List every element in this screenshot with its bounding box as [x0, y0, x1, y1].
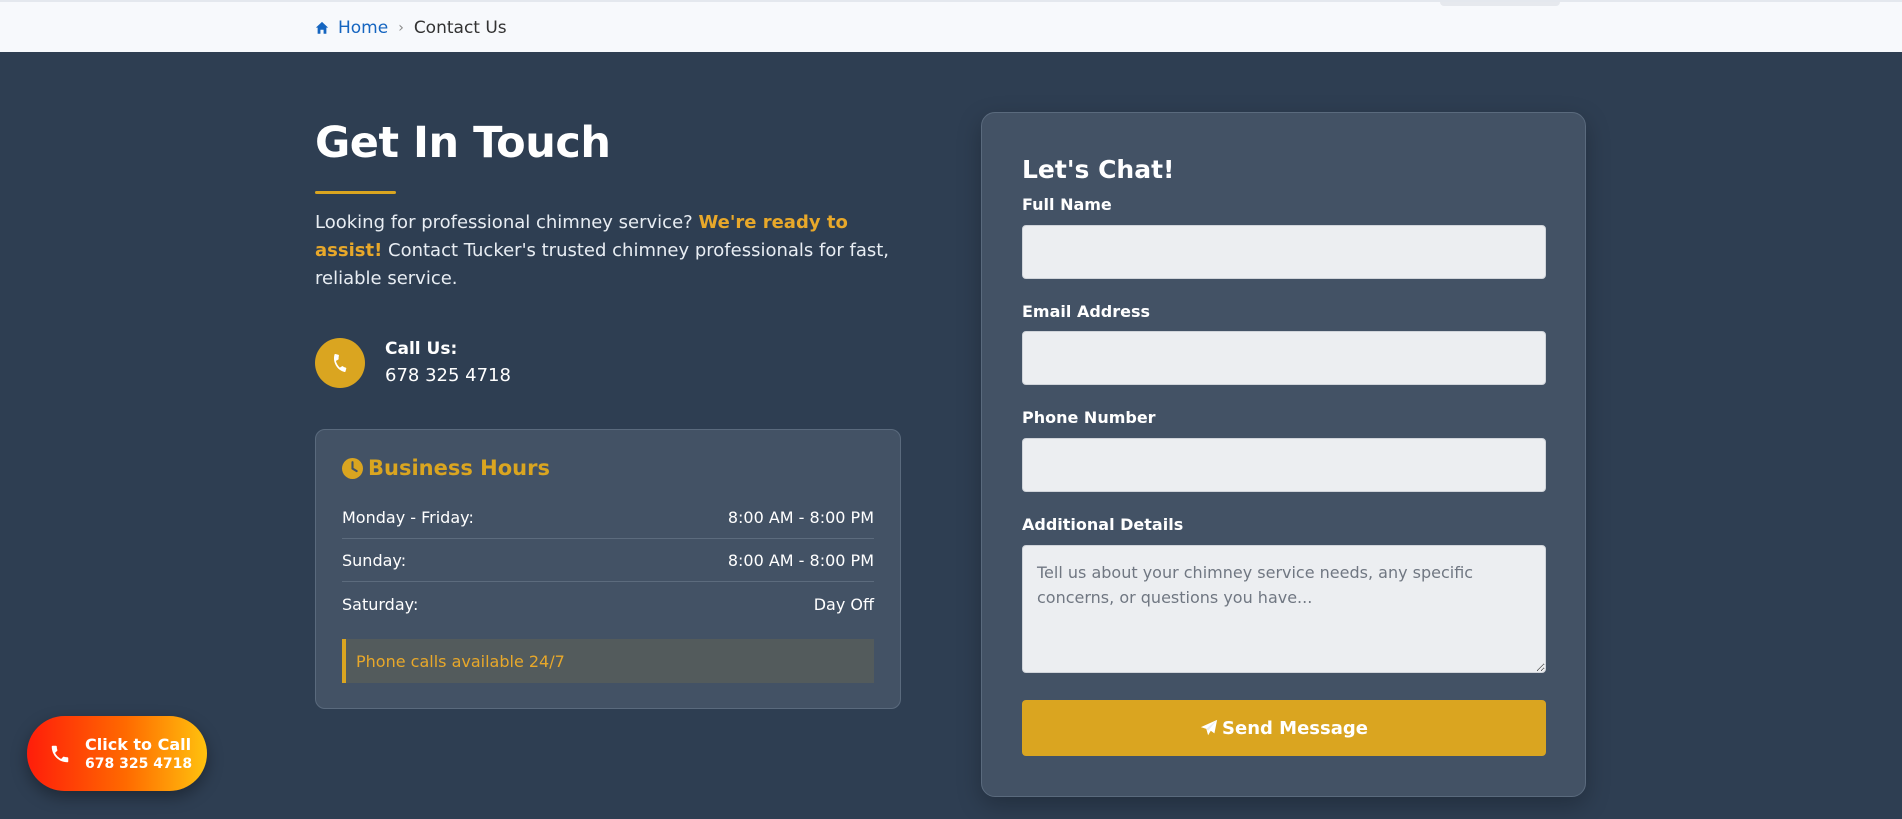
- form-title: Let's Chat!: [1022, 155, 1175, 184]
- intro-text: Looking for professional chimney service…: [315, 209, 905, 293]
- hours-time: 8:00 AM - 8:00 PM: [727, 508, 874, 527]
- breadcrumb-home-link[interactable]: Home: [338, 18, 388, 38]
- title-underline: [315, 191, 396, 194]
- clock-icon: [342, 457, 363, 479]
- business-hours-card: Business Hours Monday - Friday: 8:00 AM …: [315, 429, 901, 709]
- header-edge: [1440, 2, 1560, 6]
- breadcrumb-current: Contact Us: [413, 18, 507, 38]
- phone-icon: [334, 353, 347, 373]
- phone-label: Phone Number: [1022, 408, 1156, 427]
- floating-call-number: 678 325 4718: [85, 755, 193, 772]
- full-name-label: Full Name: [1022, 195, 1112, 214]
- hours-time: 8:00 AM - 8:00 PM: [727, 551, 874, 570]
- send-message-button[interactable]: Send Message: [1022, 700, 1546, 756]
- page-title: Get In Touch: [315, 118, 611, 168]
- full-name-input[interactable]: [1022, 225, 1546, 279]
- intro-rest: Contact Tucker's trusted chimney profess…: [315, 240, 890, 289]
- details-textarea[interactable]: [1022, 545, 1546, 673]
- floating-call-button[interactable]: Click to Call 678 325 4718: [27, 716, 207, 791]
- breadcrumb-separator: ›: [398, 20, 404, 36]
- business-hours-title-text: Business Hours: [368, 456, 550, 480]
- business-hours-title: Business Hours: [342, 456, 550, 480]
- email-label: Email Address: [1022, 302, 1151, 321]
- call-text: Call Us: 678 325 4718: [385, 336, 511, 390]
- call-number[interactable]: 678 325 4718: [385, 362, 511, 390]
- send-message-label: Send Message: [1222, 717, 1368, 739]
- hours-day: Saturday:: [342, 594, 419, 614]
- home-icon: [315, 21, 329, 34]
- call-phone-button[interactable]: [315, 338, 365, 388]
- paper-plane-icon: [1200, 719, 1218, 736]
- breadcrumb: Home › Contact Us: [315, 16, 507, 40]
- contact-form: Let's Chat! Full Name Email Address Phon…: [981, 112, 1586, 797]
- phone-input[interactable]: [1022, 438, 1546, 492]
- intro-lead: Looking for professional chimney service…: [315, 212, 699, 233]
- breadcrumb-bar: Home › Contact Us: [0, 0, 1902, 52]
- hours-time: Day Off: [813, 594, 874, 614]
- phone-availability-note: Phone calls available 24/7: [342, 639, 874, 683]
- hours-row: Saturday: Day Off: [342, 583, 874, 625]
- hours-row: Monday - Friday: 8:00 AM - 8:00 PM: [342, 497, 874, 539]
- floating-call-label: Click to Call: [85, 734, 192, 754]
- call-us-block: Call Us: 678 325 4718: [315, 336, 511, 390]
- phone-icon: [51, 745, 69, 762]
- floating-call-text: Click to Call 678 325 4718: [85, 735, 192, 773]
- hours-day: Sunday:: [342, 551, 407, 570]
- call-label: Call Us:: [385, 339, 458, 359]
- details-label: Additional Details: [1022, 515, 1184, 534]
- hours-day: Monday - Friday:: [342, 508, 474, 527]
- hours-row: Sunday: 8:00 AM - 8:00 PM: [342, 540, 874, 582]
- email-input[interactable]: [1022, 331, 1546, 385]
